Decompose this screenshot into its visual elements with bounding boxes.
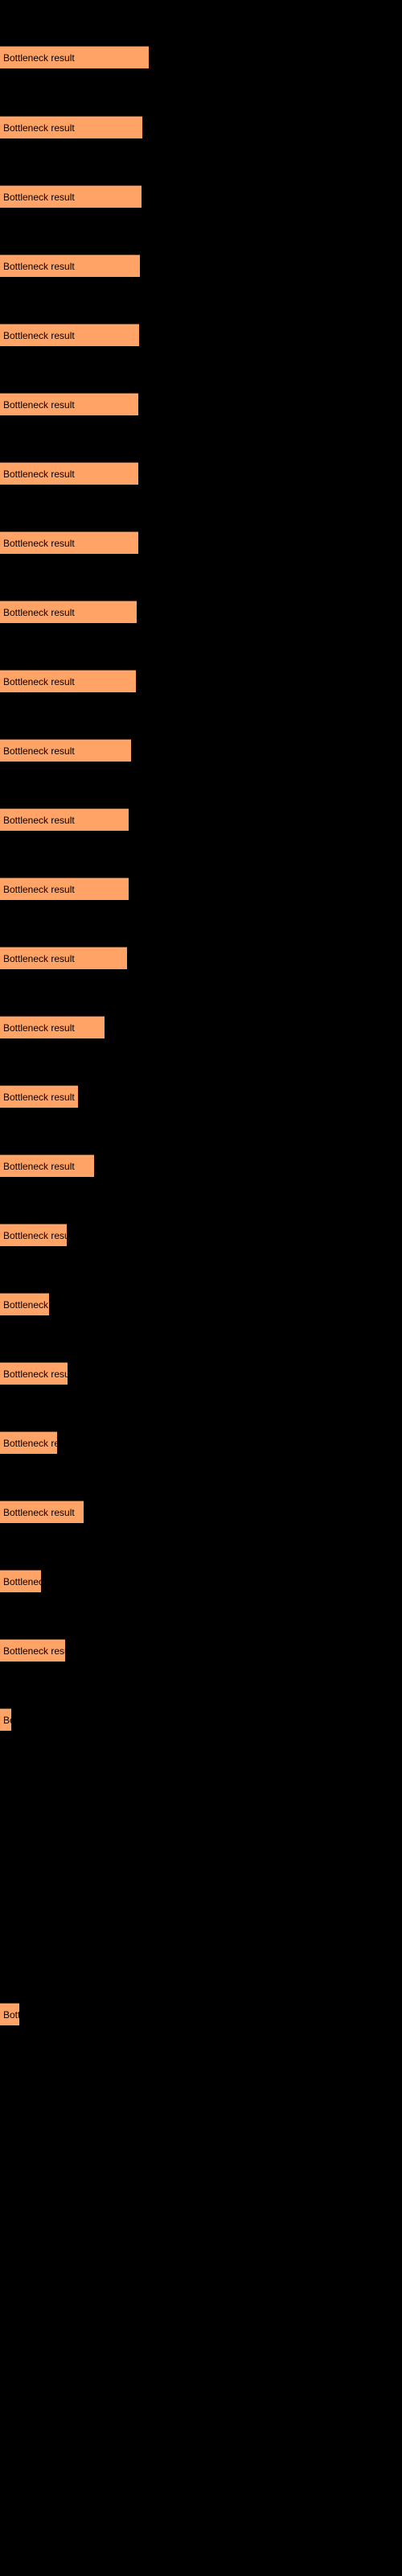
bar-bottleneck-result: Bottleneck result [0, 1639, 65, 1662]
bar-bottleneck-result: Bottleneck result [0, 1224, 67, 1246]
bar-label: Bottleneck result [3, 398, 75, 411]
bar-bottleneck-result: Bottleneck result [0, 1362, 68, 1385]
bar-label: Bottleneck result [3, 2008, 19, 2021]
bar-bottleneck-result: Bottleneck result [0, 670, 136, 692]
bar-label: Bottleneck result [3, 606, 75, 618]
bar-label: Bottleneck result [3, 883, 75, 895]
bar-label: Bottleneck result [3, 1506, 75, 1518]
bar-bottleneck-result: Bottleneck result [0, 1085, 78, 1108]
bar-bottleneck-result: Bottleneck result [0, 116, 142, 138]
bar-label: Bottleneck result [3, 1437, 57, 1449]
bar-label: Bottleneck result [3, 52, 75, 64]
bar-bottleneck-result: Bottleneck result [0, 1431, 57, 1454]
bar-label: Bottleneck result [3, 745, 75, 757]
bar-bottleneck-result: Bottleneck result [0, 877, 129, 900]
bar-label: Bottleneck result [3, 260, 75, 272]
bar-label: Bottleneck result [3, 329, 75, 341]
bar-label: Bottleneck result [3, 1091, 75, 1103]
bar-label: Bottleneck result [3, 468, 75, 480]
bar-bottleneck-result: Bottleneck result [0, 393, 138, 415]
bar-bottleneck-result: Bottleneck result [0, 1570, 41, 1592]
bar-label: Bottleneck result [3, 814, 75, 826]
bar-label: Bottleneck result [3, 1575, 41, 1587]
bar-bottleneck-result: Bottleneck result [0, 462, 138, 485]
bar-bottleneck-result: Bottleneck result [0, 601, 137, 623]
bar-bottleneck-result: Bottleneck result [0, 808, 129, 831]
bar-bottleneck-result: Bottleneck result [0, 254, 140, 277]
bar-bottleneck-result: Bottleneck result [0, 1016, 105, 1038]
bar-label: Bottleneck result [3, 191, 75, 203]
bar-label: Bottleneck result [3, 1229, 67, 1241]
bar-label: Bottleneck result [3, 1645, 65, 1657]
bar-label: Bottleneck result [3, 1022, 75, 1034]
bar-bottleneck-result: Bottleneck result [0, 324, 139, 346]
bar-label: Bottleneck result [3, 675, 75, 687]
bottleneck-bar-chart: Bottleneck result Bottleneck result Bottle… [0, 0, 402, 2576]
bar-bottleneck-result: Bottleneck result [0, 1501, 84, 1523]
bar-bottleneck-result: Bottleneck result [0, 1708, 11, 1731]
bar-bottleneck-result: Bottleneck result [0, 2003, 19, 2025]
bar-label: Bottleneck result [3, 537, 75, 549]
bar-label: Bottleneck result [3, 1160, 75, 1172]
bar-bottleneck-result: Bottleneck result [0, 1154, 94, 1177]
bar-label: Bottleneck result [3, 1714, 11, 1726]
bar-bottleneck-result: Bottleneck result [0, 1293, 49, 1315]
bar-bottleneck-result: Bottleneck result [0, 739, 131, 762]
bar-label: Bottleneck result [3, 952, 75, 964]
bar-label: Bottleneck result [3, 122, 75, 134]
bar-bottleneck-result: Bottleneck result [0, 185, 142, 208]
bar-bottleneck-result: Bottleneck result [0, 46, 149, 68]
bar-label: Bottleneck result [3, 1368, 68, 1380]
bar-bottleneck-result: Bottleneck result [0, 947, 127, 969]
bar-label: Bottleneck result [3, 1298, 49, 1311]
bar-bottleneck-result: Bottleneck result [0, 531, 138, 554]
